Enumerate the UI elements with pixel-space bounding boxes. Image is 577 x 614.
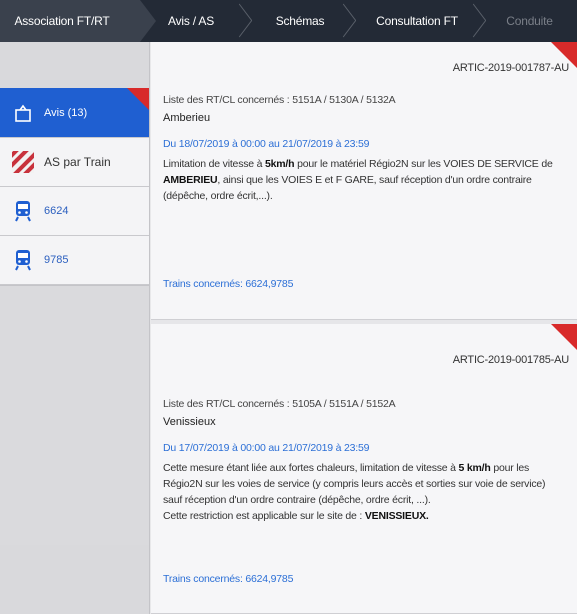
alert-flag (551, 42, 577, 68)
tab-schemas[interactable]: Schémas (248, 0, 352, 42)
document-icon (12, 102, 34, 124)
tab-label: Avis / AS (168, 14, 215, 28)
sidebar-item-label: AS par Train (44, 155, 111, 169)
tab-separator (472, 0, 486, 42)
hatched-square-icon (12, 151, 34, 173)
notice-description: Cette mesure étant liée aux fortes chale… (163, 462, 546, 522)
tab-label: Conduite (506, 14, 553, 28)
top-navigation: Association FT/RT Avis / AS Schémas Cons… (0, 0, 577, 42)
sidebar-empty-area (0, 285, 149, 545)
notice-trains-link[interactable]: Trains concernés: 6624,9785 (163, 573, 293, 585)
notice-lines: Liste des RT/CL concernés : 5105A / 5151… (163, 398, 396, 410)
tab-conduite[interactable]: Conduite (482, 0, 577, 42)
tab-label: Association FT/RT (14, 14, 110, 28)
notice-card[interactable]: ARTIC-2019-001787-AU Liste des RT/CL con… (151, 42, 577, 320)
notices-list[interactable]: ARTIC-2019-001787-AU Liste des RT/CL con… (151, 42, 577, 614)
notice-lines: Liste des RT/CL concernés : 5151A / 5130… (163, 94, 396, 106)
tab-label: Schémas (275, 14, 325, 28)
tab-separator (342, 0, 356, 42)
notice-dates: Du 17/07/2019 à 00:00 au 21/07/2019 à 23… (163, 442, 370, 454)
sidebar-item-label: 9785 (44, 254, 69, 266)
sidebar-item-as-par-train[interactable]: AS par Train (0, 138, 149, 187)
sidebar: Avis (13) AS par Train 6624 9785 (0, 42, 150, 614)
sidebar-item-label: Avis (13) (44, 106, 88, 119)
notice-place: Venissieux (163, 416, 216, 428)
tab-separator (238, 0, 252, 42)
notice-dates: Du 18/07/2019 à 00:00 au 21/07/2019 à 23… (163, 138, 370, 150)
alert-flag (127, 88, 149, 110)
notice-card[interactable]: ARTIC-2019-001785-AU Liste des RT/CL con… (151, 324, 577, 614)
sidebar-item-label: 6624 (44, 205, 69, 217)
train-icon (12, 200, 34, 222)
sidebar-item-train-9785[interactable]: 9785 (0, 236, 149, 285)
sidebar-item-avis[interactable]: Avis (13) (0, 88, 149, 138)
tab-association-ft-rt[interactable]: Association FT/RT (0, 0, 156, 42)
notice-place: Amberieu (163, 112, 211, 124)
notice-reference: ARTIC-2019-001785-AU (452, 354, 569, 366)
notice-body: Liste des RT/CL concernés : 5105A / 5151… (163, 398, 567, 524)
alert-flag (551, 324, 577, 350)
notice-body: Liste des RT/CL concernés : 5151A / 5130… (163, 94, 567, 204)
sidebar-item-train-6624[interactable]: 6624 (0, 187, 149, 236)
tab-consultation-ft[interactable]: Consultation FT (352, 0, 482, 42)
notice-trains-link[interactable]: Trains concernés: 6624,9785 (163, 278, 293, 290)
tab-avis-as[interactable]: Avis / AS (140, 0, 248, 42)
tab-label: Consultation FT (376, 14, 458, 28)
notice-description: Limitation de vitesse à 5km/h pour le ma… (163, 158, 553, 202)
train-icon (12, 249, 34, 271)
